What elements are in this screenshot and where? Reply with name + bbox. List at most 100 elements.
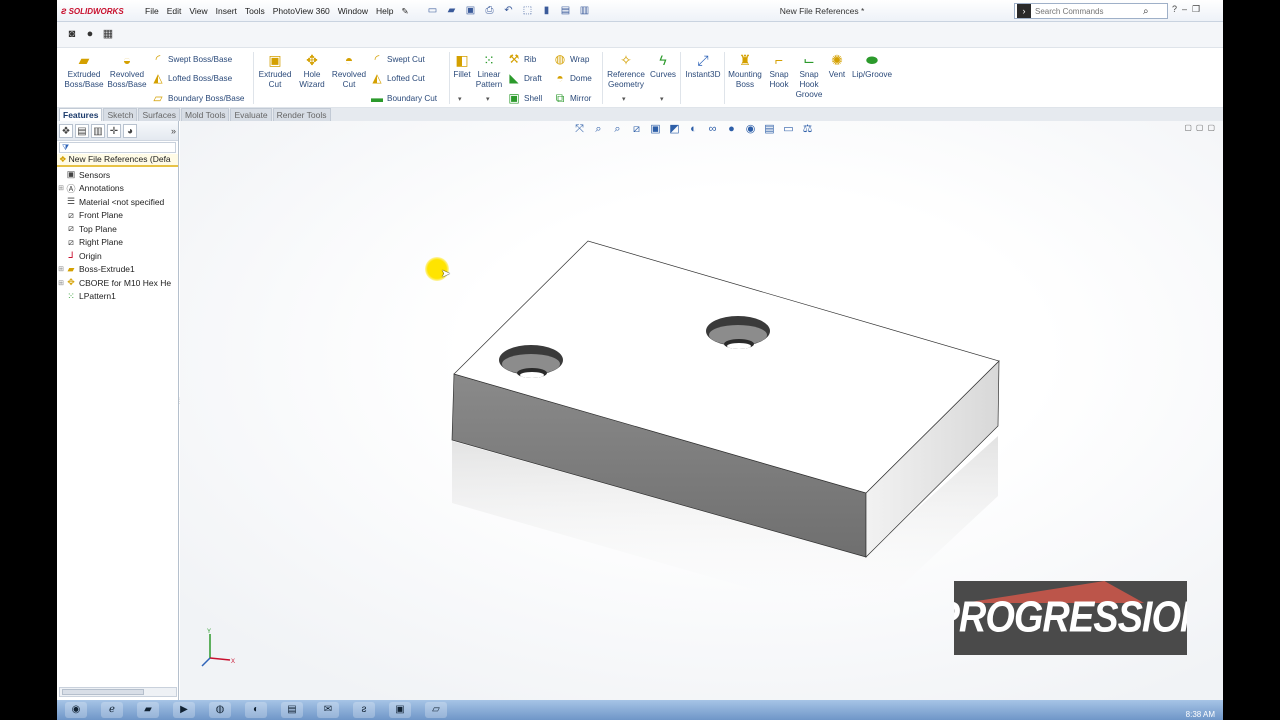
draft-button[interactable]: ◣ Draft — [507, 71, 541, 85]
chevron-right-icon[interactable]: » — [171, 124, 176, 137]
start-button-icon[interactable]: ◉ — [65, 702, 87, 718]
menu-help[interactable]: Help — [372, 5, 397, 18]
dimxpert-tab-icon[interactable]: ✛ — [107, 124, 121, 138]
lofted-cut-button[interactable]: ◭ Lofted Cut — [370, 71, 424, 85]
horizontal-scrollbar[interactable] — [59, 687, 177, 697]
mail-icon[interactable]: ✉ — [317, 702, 339, 718]
camera-icon[interactable]: ◙ — [65, 27, 79, 41]
tab-mold-tools[interactable]: Mold Tools — [180, 108, 230, 121]
property-manager-tab-icon[interactable]: ▤ — [75, 124, 89, 138]
chrome-icon[interactable]: ◍ — [209, 702, 231, 718]
tree-item-boss-extrude1[interactable]: ⊞ ▰ Boss-Extrude1 — [57, 263, 178, 277]
extruded-cut-button[interactable]: ▣ Extruded Cut — [256, 52, 294, 90]
hole-wizard-button[interactable]: ✥ Hole Wizard — [294, 52, 330, 90]
tab-render-tools[interactable]: Render Tools — [272, 108, 331, 121]
tree-item-sensors[interactable]: ▣ Sensors — [57, 168, 178, 182]
pin-icon[interactable]: ✎ — [398, 5, 413, 18]
new-document-icon[interactable]: ▭ — [424, 3, 441, 18]
dome-button[interactable]: ◓ Dome — [553, 71, 591, 85]
lip-groove-button[interactable]: ⬬ Lip/Groove — [850, 52, 894, 80]
search-input[interactable] — [1031, 6, 1141, 16]
reference-geometry-button[interactable]: ✧ Reference Geometry — [605, 52, 647, 90]
save-icon[interactable]: ▣ — [462, 3, 479, 18]
reference-dropdown-icon[interactable]: ▾ — [622, 95, 626, 103]
options-icon[interactable]: ▥ — [576, 3, 593, 18]
wrap-button[interactable]: ◍ Wrap — [553, 52, 590, 66]
tree-item-cbore[interactable]: ⊞ ✥ CBORE for M10 Hex He — [57, 276, 178, 290]
tab-features[interactable]: Features — [59, 108, 103, 121]
restore-icon[interactable]: ❐ — [1192, 4, 1200, 15]
ie-icon[interactable]: ℯ — [101, 702, 123, 718]
rib-button[interactable]: ⚒ Rib — [507, 52, 537, 66]
tree-item-origin[interactable]: ⅃ Origin — [57, 249, 178, 263]
folder-icon[interactable]: ▱ — [425, 702, 447, 718]
expand-icon[interactable]: ⊞ — [57, 265, 65, 273]
minimize-icon[interactable]: – — [1182, 4, 1187, 15]
tool-icon[interactable]: ▦ — [101, 27, 115, 41]
extruded-boss-button[interactable]: ▰ Extruded Boss/Base — [63, 52, 105, 90]
help-icon[interactable]: ? — [1172, 4, 1177, 15]
tab-evaluate[interactable]: Evaluate — [230, 108, 272, 121]
expand-icon[interactable]: ⊞ — [57, 279, 65, 287]
tree-item-front-plane[interactable]: ⧄ Front Plane — [57, 209, 178, 223]
tree-root-part[interactable]: ❖ New File References (Defa — [57, 154, 178, 167]
tree-item-annotations[interactable]: ⊞ Ⓐ Annotations — [57, 182, 178, 196]
mirror-button[interactable]: ⧉ Mirror — [553, 91, 592, 105]
swept-boss-button[interactable]: ◜ Swept Boss/Base — [151, 52, 233, 66]
open-folder-icon[interactable]: ▰ — [443, 3, 460, 18]
toolbox-icon[interactable]: ▣ — [389, 702, 411, 718]
lofted-boss-button[interactable]: ◭ Lofted Boss/Base — [151, 71, 232, 85]
expand-icon[interactable]: ⊞ — [57, 184, 65, 192]
firefox-icon[interactable]: ◐ — [245, 702, 267, 718]
snap-hook-groove-button[interactable]: ⌙ Snap Hook Groove — [794, 52, 824, 100]
record-icon[interactable]: ● — [83, 27, 97, 41]
part-icon: ❖ — [59, 154, 67, 164]
menu-file[interactable]: File — [141, 5, 163, 18]
revolved-boss-button[interactable]: ◒ Revolved Boss/Base — [106, 52, 148, 90]
solidworks-taskbar-icon[interactable]: ƨ — [353, 702, 375, 718]
explorer-icon[interactable]: ▰ — [137, 702, 159, 718]
undo-icon[interactable]: ↶ — [500, 3, 517, 18]
fillet-button[interactable]: ◧ Fillet — [451, 52, 473, 80]
tab-sketch[interactable]: Sketch — [103, 108, 138, 121]
curves-dropdown-icon[interactable]: ▾ — [660, 95, 664, 103]
instant3d-button[interactable]: ⤢ Instant3D — [683, 52, 723, 80]
swept-cut-button[interactable]: ◜ Swept Cut — [370, 52, 425, 66]
feature-tree-tab-icon[interactable]: ❖ — [59, 124, 73, 138]
boundary-cut-button[interactable]: ▬ Boundary Cut — [370, 91, 437, 105]
tab-surfaces[interactable]: Surfaces — [138, 108, 180, 121]
configuration-manager-tab-icon[interactable]: ▥ — [91, 124, 105, 138]
display-manager-tab-icon[interactable]: ◕ — [123, 124, 137, 138]
snap-hook-button[interactable]: ⌐ Snap Hook — [764, 52, 794, 90]
print-icon[interactable]: ⎙ — [481, 3, 498, 18]
tree-filter-input[interactable]: ⧩ — [59, 142, 176, 153]
tree-item-material[interactable]: ☰ Material <not specified — [57, 195, 178, 209]
menu-view[interactable]: View — [185, 5, 211, 18]
file-properties-icon[interactable]: ▤ — [557, 3, 574, 18]
select-arrow-icon[interactable]: ⬚ — [519, 3, 536, 18]
menu-tools[interactable]: Tools — [241, 5, 269, 18]
menu-edit[interactable]: Edit — [163, 5, 186, 18]
pattern-dropdown-icon[interactable]: ▾ — [486, 95, 490, 103]
curves-button[interactable]: ϟ Curves — [647, 52, 679, 80]
revolved-boss-label: Revolved Boss/Base — [107, 70, 147, 89]
mounting-boss-button[interactable]: ♜ Mounting Boss — [726, 52, 764, 90]
linear-pattern-button[interactable]: ⁙ Linear Pattern — [473, 52, 505, 90]
menu-insert[interactable]: Insert — [212, 5, 241, 18]
shell-button[interactable]: ▣ Shell — [507, 91, 542, 105]
tree-item-right-plane[interactable]: ⧄ Right Plane — [57, 236, 178, 250]
fillet-dropdown-icon[interactable]: ▾ — [458, 95, 462, 103]
graphics-area[interactable]: ⤧ ⌕ ⌕ ⧄ ▣ ◩ ◐ ∞ ● ◉ ▤ ▭ ⚖ ▢ ▢ ▢ ➤ Y X RO… — [180, 121, 1223, 700]
boundary-boss-button[interactable]: ▱ Boundary Boss/Base — [151, 91, 244, 105]
menu-window[interactable]: Window — [334, 5, 372, 18]
media-icon[interactable]: ▶ — [173, 702, 195, 718]
rebuild-icon[interactable]: ▮ — [538, 3, 555, 18]
revolved-cut-button[interactable]: ◓ Revolved Cut — [330, 52, 368, 90]
vent-button[interactable]: ✺ Vent — [824, 52, 850, 80]
scrollbar-thumb[interactable] — [62, 689, 144, 695]
app-icon[interactable]: ▤ — [281, 702, 303, 718]
tree-item-lpattern1[interactable]: ⁙ LPattern1 — [57, 290, 178, 304]
tree-item-top-plane[interactable]: ⧄ Top Plane — [57, 222, 178, 236]
search-icon[interactable]: ⌕ — [1143, 6, 1149, 17]
menu-photoview[interactable]: PhotoView 360 — [269, 5, 334, 18]
